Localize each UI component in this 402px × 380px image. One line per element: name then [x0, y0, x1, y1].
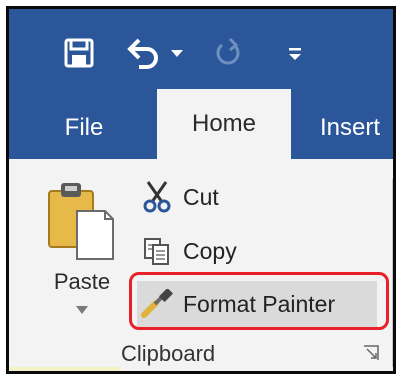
tab-file[interactable]: File — [49, 97, 119, 159]
copy-button[interactable]: Copy — [137, 231, 237, 271]
cut-label: Cut — [183, 183, 219, 210]
paste-label: Paste — [53, 269, 111, 294]
copy-label: Copy — [183, 237, 237, 264]
paste-icon — [48, 183, 114, 260]
scissors-icon — [137, 179, 177, 215]
redo-icon — [207, 33, 247, 73]
undo-icon[interactable] — [123, 33, 163, 73]
group-separator — [392, 179, 393, 367]
word-ribbon-frame: File Home Insert Paste Cut Copy Format P… — [6, 6, 396, 374]
ribbon-tabs: File Home Insert — [9, 89, 393, 159]
copy-icon — [137, 233, 177, 269]
save-icon[interactable] — [59, 33, 99, 73]
document-edge — [9, 367, 121, 371]
customize-qat-icon[interactable] — [283, 33, 307, 73]
tab-home[interactable]: Home — [157, 89, 291, 159]
clipboard-group-label: Clipboard — [121, 341, 216, 366]
clipboard-group: Paste Cut Copy Format Painter Clipboard — [9, 159, 393, 371]
tab-insert[interactable]: Insert — [305, 97, 393, 159]
dialog-launcher-icon[interactable] — [363, 345, 379, 361]
paste-button[interactable]: Paste — [43, 177, 121, 325]
paste-dropdown-icon[interactable] — [74, 305, 90, 315]
title-bar — [9, 9, 393, 97]
undo-dropdown-icon[interactable] — [167, 39, 187, 69]
format-painter-highlight — [129, 272, 389, 330]
cut-button[interactable]: Cut — [137, 177, 219, 217]
